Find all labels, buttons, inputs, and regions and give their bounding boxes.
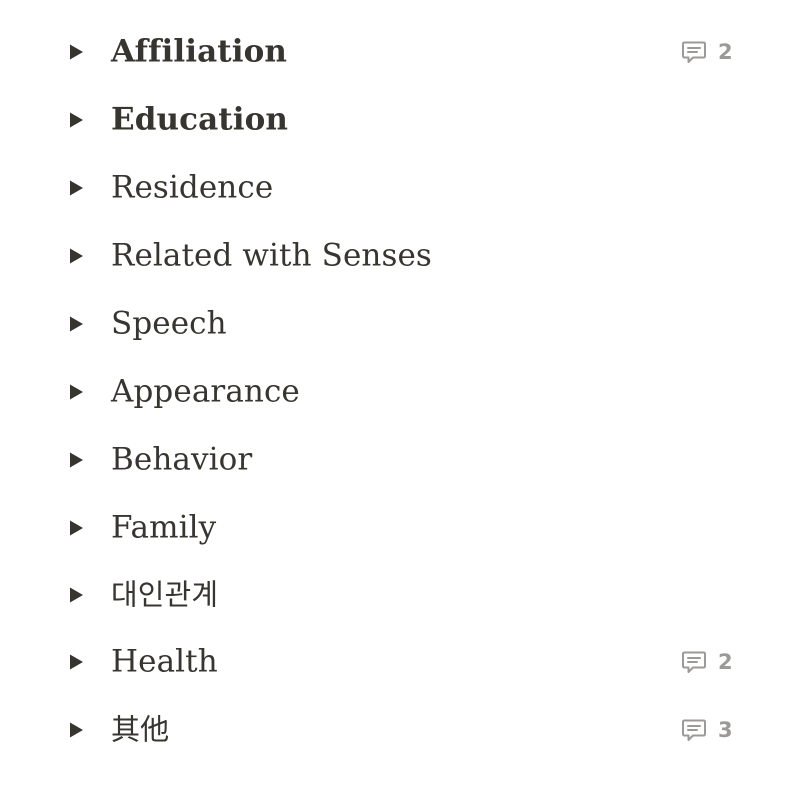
comment-count: 2 bbox=[718, 39, 733, 64]
toggle-item-speech[interactable]: Speech bbox=[0, 290, 800, 358]
toggle-item-label[interactable]: Related with Senses bbox=[111, 240, 432, 272]
toggle-item-label[interactable]: Speech bbox=[111, 308, 227, 340]
toggle-item-relationships[interactable]: 대인관계 bbox=[0, 561, 800, 629]
toggle-item-other[interactable]: 其他 3 bbox=[0, 696, 800, 764]
triangle-right-icon[interactable] bbox=[66, 518, 86, 538]
toggle-item-education[interactable]: Education bbox=[0, 86, 800, 154]
toggle-item-label[interactable]: 其他 bbox=[111, 715, 169, 745]
toggle-item-related-with-senses[interactable]: Related with Senses bbox=[0, 222, 800, 290]
triangle-right-icon[interactable] bbox=[66, 720, 86, 740]
triangle-right-icon[interactable] bbox=[66, 585, 86, 605]
toggle-item-label[interactable]: 대인관계 bbox=[111, 580, 218, 610]
triangle-right-icon[interactable] bbox=[66, 246, 86, 266]
toggle-item-label[interactable]: Affiliation bbox=[111, 36, 287, 68]
triangle-right-icon[interactable] bbox=[66, 42, 86, 62]
triangle-right-icon[interactable] bbox=[66, 314, 86, 334]
toggle-item-label[interactable]: Residence bbox=[111, 172, 273, 204]
triangle-right-icon[interactable] bbox=[66, 382, 86, 402]
triangle-right-icon[interactable] bbox=[66, 450, 86, 470]
comment-indicator[interactable]: 3 bbox=[680, 716, 733, 744]
toggle-item-health[interactable]: Health 2 bbox=[0, 628, 800, 696]
toggle-item-appearance[interactable]: Appearance bbox=[0, 358, 800, 426]
toggle-item-label[interactable]: Education bbox=[111, 104, 288, 136]
comment-count: 2 bbox=[718, 649, 733, 674]
comment-indicator[interactable]: 2 bbox=[680, 648, 733, 676]
toggle-item-affiliation[interactable]: Affiliation 2 bbox=[0, 18, 800, 86]
toggle-item-behavior[interactable]: Behavior bbox=[0, 426, 800, 494]
toggle-item-label[interactable]: Appearance bbox=[111, 376, 300, 408]
toggle-item-family[interactable]: Family bbox=[0, 494, 800, 562]
triangle-right-icon[interactable] bbox=[66, 652, 86, 672]
comment-count: 3 bbox=[718, 717, 733, 742]
comment-icon bbox=[680, 38, 708, 66]
toggle-list: Affiliation 2 Education Residence Relate… bbox=[0, 0, 800, 802]
comment-indicator[interactable]: 2 bbox=[680, 38, 733, 66]
toggle-item-label[interactable]: Health bbox=[111, 646, 218, 678]
comment-icon bbox=[680, 648, 708, 676]
toggle-item-label[interactable]: Behavior bbox=[111, 444, 252, 476]
toggle-item-residence[interactable]: Residence bbox=[0, 154, 800, 222]
triangle-right-icon[interactable] bbox=[66, 110, 86, 130]
comment-icon bbox=[680, 716, 708, 744]
triangle-right-icon[interactable] bbox=[66, 178, 86, 198]
toggle-item-label[interactable]: Family bbox=[111, 512, 216, 544]
